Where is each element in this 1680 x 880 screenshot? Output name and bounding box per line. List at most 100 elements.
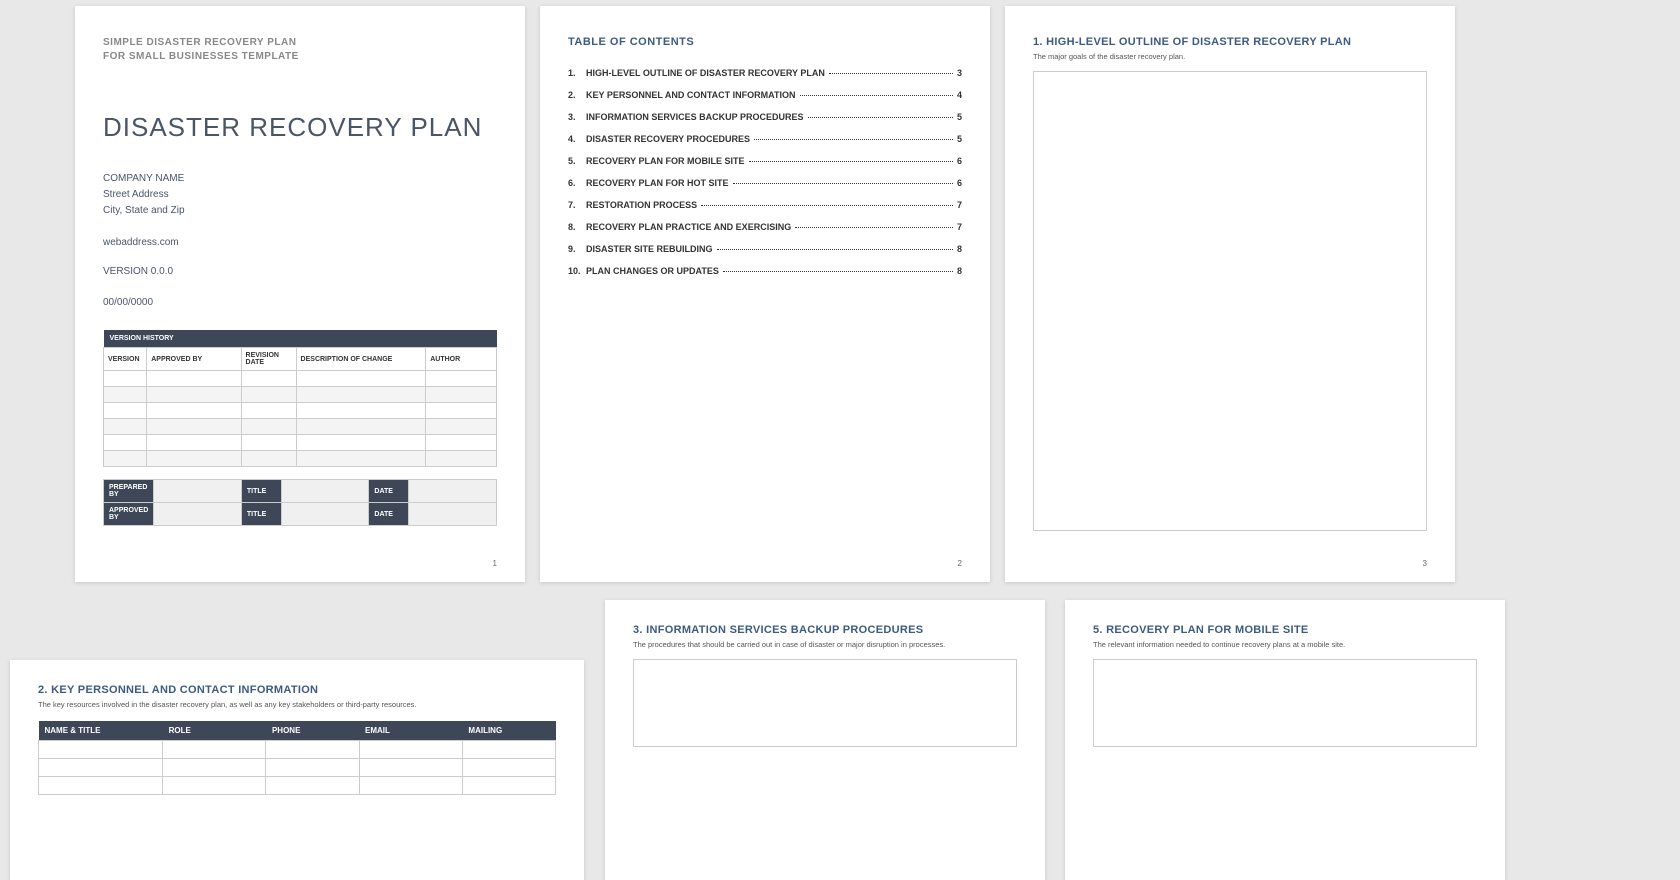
page-number: 1 [493,559,497,568]
toc-text: RECOVERY PLAN FOR MOBILE SITE [586,156,745,166]
section-desc: The key resources involved in the disast… [38,700,556,709]
toc-item: 7.RESTORATION PROCESS 7 [568,200,962,210]
table-row [39,759,556,777]
toc-page: 8 [957,266,962,276]
toc-text: DISASTER SITE REBUILDING [586,244,713,254]
document-title: DISASTER RECOVERY PLAN [103,112,497,143]
toc-num: 9. [568,244,586,254]
street-address: Street Address [103,187,497,203]
toc-page: 5 [957,112,962,122]
page-number: 2 [958,559,962,568]
toc-num: 10. [568,266,586,276]
section-title: 1. HIGH-LEVEL OUTLINE OF DISASTER RECOVE… [1033,36,1427,48]
content-box [633,659,1017,747]
toc-dots [733,183,953,184]
toc-item: 3.INFORMATION SERVICES BACKUP PROCEDURES… [568,112,962,122]
toc-dots [795,227,953,228]
document-page-3: 1. HIGH-LEVEL OUTLINE OF DISASTER RECOVE… [1005,6,1455,582]
section-title: 2. KEY PERSONNEL AND CONTACT INFORMATION [38,684,556,696]
toc-num: 2. [568,90,586,100]
toc-item: 6.RECOVERY PLAN FOR HOT SITE6 [568,178,962,188]
approved-by-label: APPROVED BY [104,503,154,526]
vh-col-approved: APPROVED BY [147,348,241,371]
col-name: NAME & TITLE [39,721,163,741]
toc-num: 8. [568,222,586,232]
section-desc: The procedures that should be carried ou… [633,640,1017,649]
content-box [1093,659,1477,747]
toc-text: RESTORATION PROCESS [586,200,697,210]
toc-dots [701,205,953,206]
toc-num: 7. [568,200,586,210]
toc-num: 5. [568,156,586,166]
toc-page: 6 [957,156,962,166]
toc-item: 2.KEY PERSONNEL AND CONTACT INFORMATION 4 [568,90,962,100]
toc-item: 1.HIGH-LEVEL OUTLINE OF DISASTER RECOVER… [568,68,962,78]
document-page-4: 2. KEY PERSONNEL AND CONTACT INFORMATION… [10,660,584,880]
toc-dots [808,117,953,118]
vh-col-version: VERSION [104,348,147,371]
toc-page: 7 [957,200,962,210]
toc-num: 4. [568,134,586,144]
section-desc: The relevant information needed to conti… [1093,640,1477,649]
toc-num: 3. [568,112,586,122]
col-email: EMAIL [359,721,462,741]
vh-col-desc: DESCRIPTION OF CHANGE [296,348,426,371]
col-phone: PHONE [266,721,359,741]
toc-item: 5.RECOVERY PLAN FOR MOBILE SITE 6 [568,156,962,166]
date-label-2: DATE [369,503,409,526]
prepared-by-label: PREPARED BY [104,480,154,503]
toc-text: INFORMATION SERVICES BACKUP PROCEDURES [586,112,804,122]
toc-page: 6 [957,178,962,188]
section-title: 3. INFORMATION SERVICES BACKUP PROCEDURE… [633,624,1017,636]
toc-page: 7 [957,222,962,232]
date-label: DATE [369,480,409,503]
page-number: 3 [1423,559,1427,568]
title-label: TITLE [241,480,281,503]
template-label-line2: FOR SMALL BUSINESSES TEMPLATE [103,50,497,64]
document-page-1: SIMPLE DISASTER RECOVERY PLAN FOR SMALL … [75,6,525,582]
toc-page: 4 [957,90,962,100]
toc-page: 5 [957,134,962,144]
document-page-5: 3. INFORMATION SERVICES BACKUP PROCEDURE… [605,600,1045,880]
toc-dots [723,271,953,272]
toc-list: 1.HIGH-LEVEL OUTLINE OF DISASTER RECOVER… [568,68,962,276]
toc-page: 8 [957,244,962,254]
web-address: webaddress.com [103,237,497,248]
signoff-table: PREPARED BY TITLE DATE APPROVED BY TITLE… [103,479,497,526]
contact-table: NAME & TITLE ROLE PHONE EMAIL MAILING [38,721,556,795]
document-page-2: TABLE OF CONTENTS 1.HIGH-LEVEL OUTLINE O… [540,6,990,582]
toc-item: 8.RECOVERY PLAN PRACTICE AND EXERCISING 7 [568,222,962,232]
company-info: COMPANY NAME Street Address City, State … [103,171,497,219]
toc-item: 10.PLAN CHANGES OR UPDATES 8 [568,266,962,276]
section-desc: The major goals of the disaster recovery… [1033,52,1427,61]
title-label-2: TITLE [241,503,281,526]
toc-num: 1. [568,68,586,78]
section-title: 5. RECOVERY PLAN FOR MOBILE SITE [1093,624,1477,636]
col-role: ROLE [163,721,266,741]
toc-dots [800,95,953,96]
toc-num: 6. [568,178,586,188]
toc-dots [829,73,953,74]
toc-text: KEY PERSONNEL AND CONTACT INFORMATION [586,90,796,100]
toc-text: DISASTER RECOVERY PROCEDURES [586,134,750,144]
toc-page: 3 [957,68,962,78]
toc-text: PLAN CHANGES OR UPDATES [586,266,719,276]
toc-dots [749,161,953,162]
toc-dots [717,249,953,250]
version-text: VERSION 0.0.0 [103,266,497,277]
date-text: 00/00/0000 [103,297,497,308]
table-row [39,777,556,795]
toc-dots [754,139,953,140]
company-name: COMPANY NAME [103,171,497,187]
vh-col-author: AUTHOR [426,348,497,371]
vh-header: VERSION HISTORY [104,330,497,348]
city-state-zip: City, State and Zip [103,203,497,219]
toc-text: RECOVERY PLAN PRACTICE AND EXERCISING [586,222,791,232]
document-page-6: 5. RECOVERY PLAN FOR MOBILE SITE The rel… [1065,600,1505,880]
template-label-line1: SIMPLE DISASTER RECOVERY PLAN [103,36,497,50]
version-history-table: VERSION HISTORY VERSION APPROVED BY REVI… [103,330,497,467]
toc-item: 9.DISASTER SITE REBUILDING 8 [568,244,962,254]
table-row [39,741,556,759]
toc-text: HIGH-LEVEL OUTLINE OF DISASTER RECOVERY … [586,68,825,78]
toc-title: TABLE OF CONTENTS [568,36,962,48]
